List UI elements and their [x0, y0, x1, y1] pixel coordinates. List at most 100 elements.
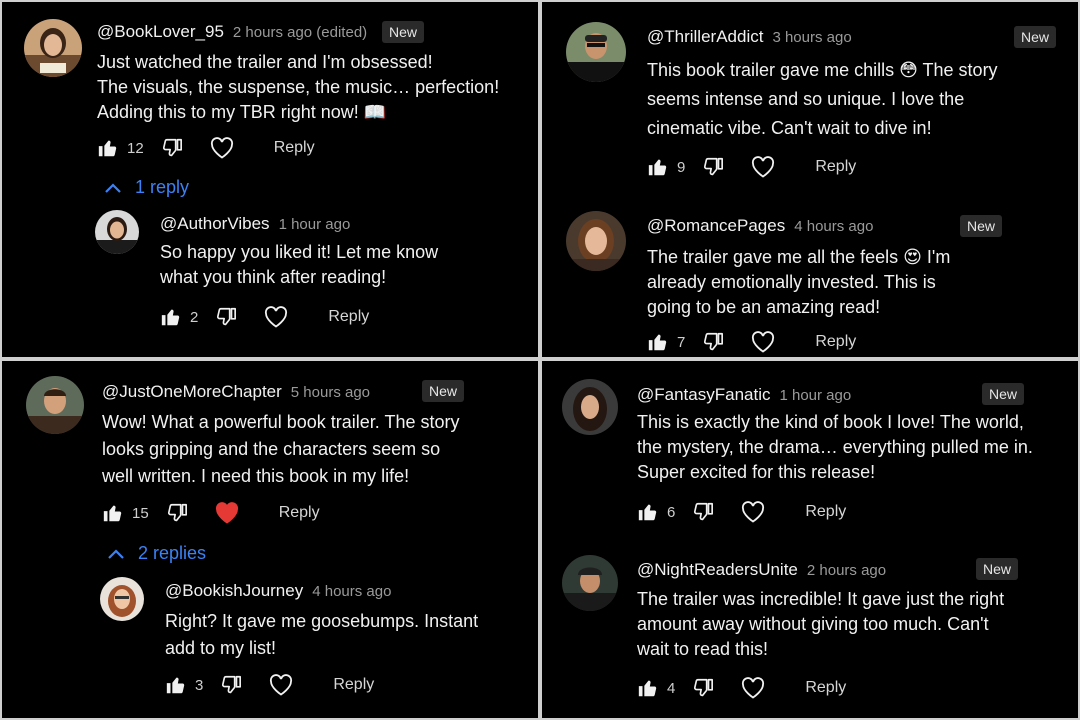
username[interactable]: @NightReadersUnite	[637, 560, 798, 580]
avatar[interactable]	[562, 555, 618, 611]
like-button[interactable]: 4	[637, 677, 675, 699]
dislike-button[interactable]	[701, 331, 725, 353]
comment-panel-top-left: @BookLover_95 2 hours ago (edited) New J…	[2, 2, 538, 357]
username[interactable]: @RomancePages	[647, 216, 785, 236]
comment-actions: 7 Reply	[647, 331, 856, 353]
comment-text: Just watched the trailer and I'm obsesse…	[97, 50, 499, 125]
username[interactable]: @ThrillerAddict	[647, 27, 763, 47]
comment-line: seems intense and so unique. I love the	[647, 89, 965, 109]
reply-button[interactable]: Reply	[815, 158, 856, 176]
comment-line: Wow! What a powerful book trailer. The s…	[102, 412, 460, 432]
timestamp: 2 hours ago	[806, 562, 887, 579]
comment-line: add to my list!	[165, 638, 277, 658]
like-count: 2	[190, 308, 199, 326]
reply-button[interactable]: Reply	[805, 679, 846, 697]
comment-actions: 9 Reply	[647, 156, 856, 178]
new-badge: New	[982, 383, 1025, 405]
comment-line: going to be an amazing read!	[647, 297, 881, 317]
avatar[interactable]	[100, 577, 144, 621]
comment-panel-bottom-right: @FantasyFanatic 1 hour ago New This is e…	[542, 361, 1078, 718]
timestamp: 4 hours ago	[794, 218, 874, 235]
comment-line: Just watched the trailer and I'm obsesse…	[97, 52, 433, 72]
username[interactable]: @FantasyFanatic	[637, 385, 770, 405]
comment-line: The trailer was incredible! It gave just…	[637, 589, 1005, 609]
replies-toggle[interactable]: 2 replies	[108, 543, 206, 564]
reply-text: Right? It gave me goosebumps. Instant ad…	[165, 608, 478, 662]
comment-line: So happy you liked it! Let me know	[160, 242, 439, 262]
username[interactable]: @BookLover_95	[97, 22, 224, 42]
username[interactable]: @BookishJourney	[165, 581, 303, 601]
heart-button[interactable]	[741, 501, 765, 523]
dislike-button[interactable]	[165, 502, 189, 524]
avatar[interactable]	[95, 210, 139, 254]
replies-toggle[interactable]: 1 reply	[105, 177, 189, 198]
thumbs-down-icon	[214, 306, 238, 328]
like-button[interactable]: 9	[647, 156, 685, 178]
like-button[interactable]: 6	[637, 501, 675, 523]
heart-icon	[264, 306, 288, 328]
comment-line: looks gripping and the characters seem s…	[102, 439, 441, 459]
reply-button[interactable]: Reply	[274, 139, 315, 157]
comment-line: This is exactly the kind of book I love!…	[637, 412, 1024, 432]
chevron-up-icon	[108, 543, 124, 564]
heart-button[interactable]	[210, 137, 234, 159]
comment-panel-bottom-left: @JustOneMoreChapter 5 hours ago New Wow!…	[2, 361, 538, 718]
comment-text: The trailer was incredible! It gave just…	[637, 587, 1004, 662]
avatar[interactable]	[24, 19, 82, 77]
heart-icon	[741, 677, 765, 699]
like-button[interactable]: 12	[97, 137, 144, 159]
thumbs-up-icon	[637, 677, 659, 699]
reply-button[interactable]: Reply	[279, 504, 320, 522]
comment-line: wait to read this!	[637, 639, 769, 659]
dislike-button[interactable]	[691, 501, 715, 523]
comment-line: Super excited for this release!	[637, 462, 876, 482]
avatar[interactable]	[562, 379, 618, 435]
like-count: 4	[667, 679, 676, 697]
timestamp: 3 hours ago	[772, 29, 852, 46]
avatar[interactable]	[26, 376, 84, 434]
new-badge: New	[976, 558, 1019, 580]
reply-button[interactable]: Reply	[815, 333, 856, 351]
new-badge: New	[382, 21, 425, 43]
avatar[interactable]	[566, 22, 626, 82]
heart-button[interactable]	[264, 306, 288, 328]
comment-panel-top-right: @ThrillerAddict 3 hours ago New This boo…	[542, 2, 1078, 357]
heart-button[interactable]	[751, 331, 775, 353]
comment-actions: 6 Reply	[637, 501, 846, 523]
dislike-button[interactable]	[214, 306, 238, 328]
thumbs-down-icon	[701, 331, 725, 353]
comment-text: This is exactly the kind of book I love!…	[637, 410, 1033, 485]
replies-count: 1 reply	[135, 177, 190, 197]
thumbs-down-icon	[701, 156, 725, 178]
like-button[interactable]: 7	[647, 331, 685, 353]
comment-actions: 15 Reply	[102, 502, 320, 524]
like-count: 9	[677, 158, 686, 176]
timestamp: 4 hours ago	[312, 583, 392, 600]
comment-line: the mystery, the drama… everything pulle…	[637, 437, 1033, 457]
heart-button[interactable]	[269, 674, 293, 696]
heart-button[interactable]	[751, 156, 775, 178]
thumbs-down-icon	[219, 674, 243, 696]
new-badge: New	[422, 380, 465, 402]
username[interactable]: @JustOneMoreChapter	[102, 382, 282, 402]
avatar[interactable]	[566, 211, 626, 271]
like-button[interactable]: 3	[165, 674, 203, 696]
new-badge: New	[1014, 26, 1057, 48]
heart-button[interactable]	[215, 502, 239, 524]
timestamp: 1 hour ago	[779, 387, 852, 404]
dislike-button[interactable]	[701, 156, 725, 178]
reply-button[interactable]: Reply	[328, 308, 369, 326]
reply-button[interactable]: Reply	[333, 676, 374, 694]
username[interactable]: @AuthorVibes	[160, 214, 270, 234]
heart-button[interactable]	[741, 677, 765, 699]
comment-actions: 3 Reply	[165, 674, 374, 696]
dislike-button[interactable]	[691, 677, 715, 699]
heart-icon	[741, 501, 765, 523]
like-button[interactable]: 2	[160, 306, 198, 328]
reply-button[interactable]: Reply	[805, 503, 846, 521]
thumbs-up-icon	[647, 331, 669, 353]
dislike-button[interactable]	[219, 674, 243, 696]
dislike-button[interactable]	[160, 137, 184, 159]
comment-line: what you think after reading!	[160, 267, 387, 287]
like-button[interactable]: 15	[102, 502, 149, 524]
